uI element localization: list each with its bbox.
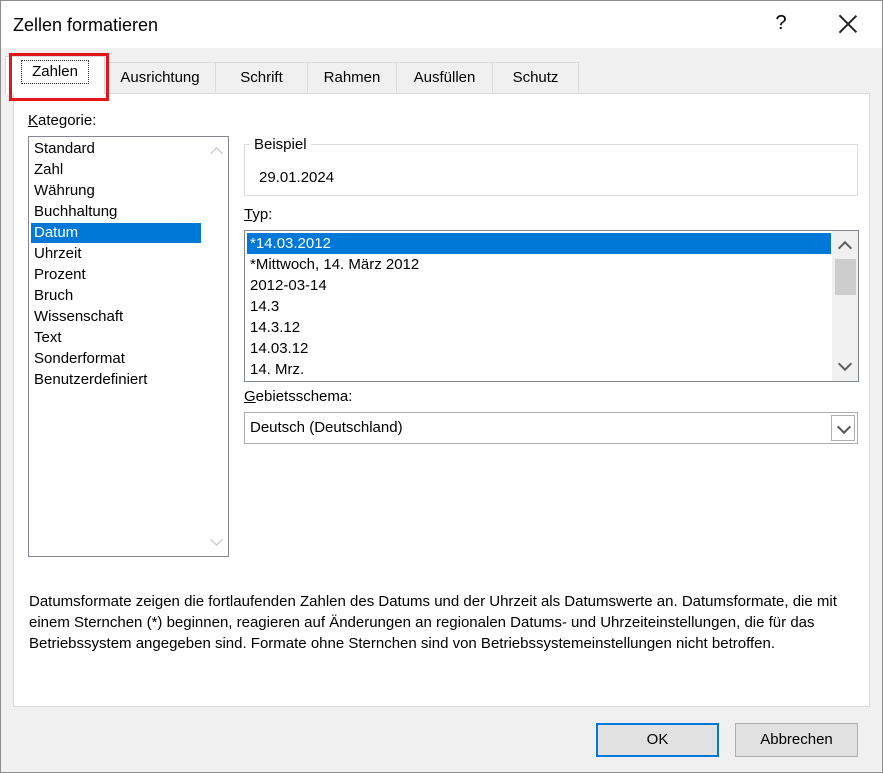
number-tab-panel: Kategorie: Standard Zahl Währung Buchhal…: [13, 93, 870, 707]
type-item[interactable]: 14.3.12: [247, 317, 831, 338]
close-icon[interactable]: [837, 13, 859, 35]
locale-value: Deutsch (Deutschland): [250, 419, 403, 436]
annotation-highlight-box: [9, 53, 109, 101]
cancel-button[interactable]: Abbrechen: [735, 723, 858, 757]
description-text: Datumsformate zeigen die fortlaufenden Z…: [29, 593, 837, 652]
type-list[interactable]: *14.03.2012 *Mittwoch, 14. März 2012 201…: [244, 230, 859, 382]
tab-strip: Zahlen Ausrichtung Schrift Rahmen Ausfül…: [1, 48, 882, 94]
category-item[interactable]: Währung: [31, 181, 201, 201]
scrollbar-thumb[interactable]: [835, 259, 856, 295]
dialog-title: Zellen formatieren: [13, 15, 159, 35]
category-label: Kategorie:: [28, 112, 97, 129]
type-item[interactable]: 14.03.12: [247, 338, 831, 359]
chevron-down-icon: [836, 419, 852, 435]
category-item[interactable]: Prozent: [31, 265, 201, 285]
type-item-selected[interactable]: *14.03.2012: [247, 233, 831, 254]
type-label: Typ:: [244, 206, 273, 223]
locale-dropdown[interactable]: Deutsch (Deutschland): [244, 412, 858, 444]
category-item[interactable]: Standard: [31, 139, 201, 159]
category-item[interactable]: Bruch: [31, 286, 201, 306]
type-item[interactable]: *Mittwoch, 14. März 2012: [247, 254, 831, 275]
tab-schrift[interactable]: Schrift: [215, 62, 308, 92]
category-list[interactable]: Standard Zahl Währung Buchhaltung Datum …: [28, 136, 229, 557]
scroll-down-icon[interactable]: [837, 356, 853, 372]
tab-rahmen[interactable]: Rahmen: [307, 62, 397, 92]
ok-button[interactable]: OK: [596, 723, 719, 757]
category-item[interactable]: Text: [31, 328, 201, 348]
tab-ausfuellen[interactable]: Ausfüllen: [396, 62, 493, 92]
category-item[interactable]: Sonderformat: [31, 349, 201, 369]
category-item[interactable]: Uhrzeit: [31, 244, 201, 264]
scroll-down-icon[interactable]: [210, 533, 223, 546]
scroll-up-icon[interactable]: [210, 147, 223, 160]
type-scrollbar[interactable]: [832, 231, 858, 381]
category-scrollbar[interactable]: [206, 137, 228, 556]
locale-label: Gebietsschema:: [244, 388, 353, 405]
sample-group: 29.01.2024: [244, 144, 858, 196]
dropdown-button[interactable]: [831, 415, 855, 441]
title-bar: Zellen formatieren ?: [1, 1, 882, 48]
type-item[interactable]: 14. Mrz.: [247, 359, 831, 380]
format-cells-dialog: Zellen formatieren ? Zahlen Ausrichtung …: [0, 0, 883, 773]
category-item[interactable]: Wissenschaft: [31, 307, 201, 327]
sample-label: Beispiel: [250, 136, 311, 153]
type-item[interactable]: 14.3: [247, 296, 831, 317]
category-item[interactable]: Zahl: [31, 160, 201, 180]
tab-schutz[interactable]: Schutz: [492, 62, 579, 92]
category-item-selected[interactable]: Datum: [31, 223, 201, 243]
tab-ausrichtung[interactable]: Ausrichtung: [104, 62, 216, 92]
type-item[interactable]: 2012-03-14: [247, 275, 831, 296]
help-button[interactable]: ?: [771, 12, 791, 35]
category-item[interactable]: Buchhaltung: [31, 202, 201, 222]
category-item[interactable]: Benutzerdefiniert: [31, 370, 201, 390]
scroll-up-icon[interactable]: [837, 240, 853, 256]
sample-value: 29.01.2024: [259, 169, 335, 186]
